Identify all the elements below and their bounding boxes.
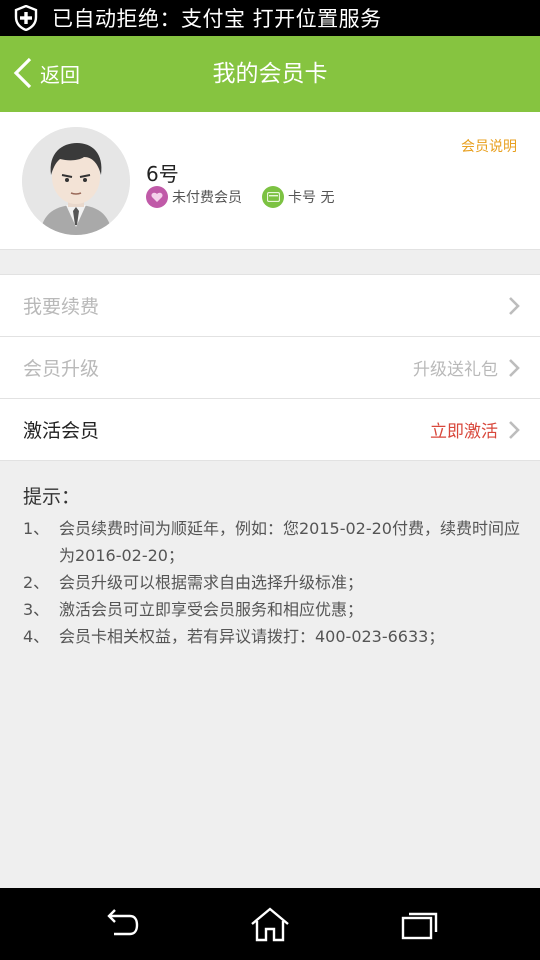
default-avatar-icon [22, 127, 130, 235]
home-nav-icon[interactable] [250, 906, 290, 942]
tip-item: 3、 激活会员可立即享受会员服务和相应优惠； [23, 596, 523, 623]
menu-item-label: 会员升级 [23, 358, 100, 380]
system-nav-bar [0, 888, 540, 960]
membership-status-text: 未付费会员 [172, 190, 242, 206]
menu-item-activate[interactable]: 激活会员 立即激活 [0, 399, 540, 461]
avatar [22, 127, 130, 235]
badge-row: 未付费会员 卡号 无 [146, 186, 354, 208]
membership-status-badge: 未付费会员 [146, 186, 242, 208]
membership-menu: 我要续费 会员升级 升级送礼包 激活会员 立即激活 [0, 274, 540, 461]
header-bar: 返回 我的会员卡 [0, 36, 540, 112]
status-bar: 已自动拒绝：支付宝 打开位置服务 [0, 0, 540, 36]
member-info-link[interactable]: 会员说明 [461, 136, 517, 156]
tip-text: 会员卡相关权益，若有异议请拨打：400-023-6633； [59, 627, 445, 646]
tip-number: 3、 [23, 600, 50, 619]
tip-text: 会员升级可以根据需求自由选择升级标准； [59, 573, 364, 592]
back-nav-icon[interactable] [100, 906, 140, 942]
page-title: 我的会员卡 [212, 61, 328, 87]
profile-card: 会员说明 6号 未付费会员 卡号 无 [0, 112, 540, 250]
menu-item-label: 我要续费 [23, 296, 100, 318]
chevron-right-icon [509, 358, 520, 377]
tip-text: 激活会员可立即享受会员服务和相应优惠； [59, 600, 364, 619]
menu-item-extra: 立即激活 [430, 422, 498, 442]
tip-number: 1、 [23, 519, 50, 538]
tip-number: 2、 [23, 573, 50, 592]
chevron-right-icon [509, 420, 520, 439]
tip-text: 会员续费时间为顺延年，例如：您2015-02-20付费，续费时间应为2016-0… [59, 519, 520, 565]
menu-item-renew[interactable]: 我要续费 [0, 275, 540, 337]
username: 6号 [146, 162, 179, 186]
menu-item-upgrade[interactable]: 会员升级 升级送礼包 [0, 337, 540, 399]
recent-apps-icon[interactable] [400, 906, 440, 942]
tips-title: 提示： [23, 486, 81, 508]
menu-item-label: 激活会员 [23, 420, 100, 442]
tip-item: 4、 会员卡相关权益，若有异议请拨打：400-023-6633； [23, 623, 523, 650]
tips-section: 提示： 1、 会员续费时间为顺延年，例如：您2015-02-20付费，续费时间应… [23, 482, 523, 650]
status-notification-text: 已自动拒绝：支付宝 打开位置服务 [52, 7, 382, 31]
tip-number: 4、 [23, 627, 50, 646]
tip-item: 1、 会员续费时间为顺延年，例如：您2015-02-20付费，续费时间应为201… [23, 515, 523, 569]
card-number-text: 卡号 无 [288, 190, 335, 206]
heart-icon [146, 186, 168, 208]
card-icon [262, 186, 284, 208]
menu-item-extra: 升级送礼包 [413, 360, 498, 380]
card-number-badge: 卡号 无 [262, 186, 334, 208]
shield-icon [14, 5, 38, 31]
chevron-right-icon [509, 296, 520, 315]
tip-item: 2、 会员升级可以根据需求自由选择升级标准； [23, 569, 523, 596]
